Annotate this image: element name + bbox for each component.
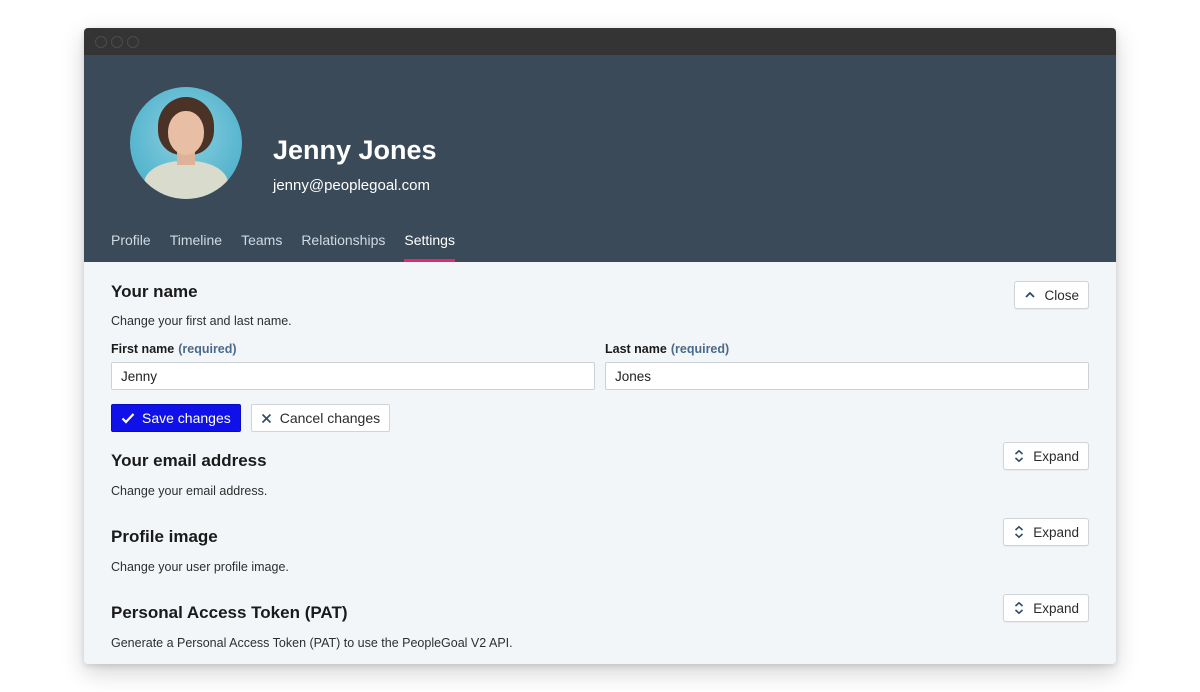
section-title: Your name [111, 282, 198, 301]
expand-icon [1013, 525, 1025, 539]
save-changes-label: Save changes [142, 410, 231, 426]
section-description: Change your first and last name. [111, 314, 292, 328]
cancel-changes-button[interactable]: Cancel changes [250, 404, 391, 432]
window-minimize-button[interactable] [111, 35, 123, 48]
section-email: Your email address Change your email add… [111, 442, 1089, 498]
section-description: Change your user profile image. [111, 560, 289, 574]
last-name-label: Last name (required) [605, 342, 730, 356]
first-name-field: First name (required) Jenny [111, 342, 595, 390]
section-name: Your name Change your first and last nam… [111, 262, 1089, 432]
settings-content: Your name Change your first and last nam… [84, 262, 1116, 650]
section-description: Generate a Personal Access Token (PAT) t… [111, 636, 513, 650]
expand-pat-button[interactable]: Expand [1003, 594, 1089, 622]
expand-icon [1013, 601, 1025, 615]
expand-email-button[interactable]: Expand [1003, 442, 1089, 470]
cancel-changes-label: Cancel changes [279, 410, 381, 426]
close-button[interactable]: Close [1014, 281, 1089, 309]
tab-teams[interactable]: Teams [241, 232, 282, 262]
profile-header: Jenny Jones jenny@peoplegoal.com Profile… [84, 55, 1116, 262]
expand-label: Expand [1033, 448, 1079, 464]
first-name-input[interactable]: Jenny [111, 362, 595, 390]
expand-label: Expand [1033, 600, 1079, 616]
section-title: Personal Access Token (PAT) [111, 603, 348, 622]
close-icon [261, 413, 272, 424]
window-maximize-button[interactable] [127, 35, 139, 48]
tab-profile[interactable]: Profile [111, 232, 151, 262]
last-name-input[interactable]: Jones [605, 362, 1089, 390]
expand-label: Expand [1033, 524, 1079, 540]
expand-icon [1013, 449, 1025, 463]
user-email: jenny@peoplegoal.com [273, 177, 430, 194]
title-bar [84, 28, 1116, 55]
expand-profile-image-button[interactable]: Expand [1003, 518, 1089, 546]
first-name-label: First name (required) [111, 342, 237, 356]
last-name-field: Last name (required) Jones [605, 342, 1089, 390]
tab-relationships[interactable]: Relationships [301, 232, 385, 262]
avatar [130, 87, 242, 199]
chevron-up-icon [1024, 289, 1036, 301]
section-title: Profile image [111, 527, 218, 546]
tab-timeline[interactable]: Timeline [170, 232, 222, 262]
name-fields: First name (required) Jenny Last name (req… [111, 342, 1089, 390]
app-window: Jenny Jones jenny@peoplegoal.com Profile… [84, 28, 1116, 664]
window-close-button[interactable] [95, 35, 107, 48]
profile-tabs: Profile Timeline Teams Relationships Set… [111, 232, 455, 262]
user-name: Jenny Jones [273, 135, 437, 165]
save-changes-button[interactable]: Save changes [111, 404, 241, 432]
section-pat: Personal Access Token (PAT) Generate a P… [111, 594, 1089, 650]
tab-settings[interactable]: Settings [404, 232, 455, 262]
section-title: Your email address [111, 451, 267, 470]
check-icon [121, 412, 135, 424]
section-description: Change your email address. [111, 484, 268, 498]
close-button-label: Close [1044, 287, 1079, 303]
section-profile-image: Profile image Change your user profile i… [111, 518, 1089, 574]
name-actions: Save changes Cancel changes [111, 404, 1089, 432]
